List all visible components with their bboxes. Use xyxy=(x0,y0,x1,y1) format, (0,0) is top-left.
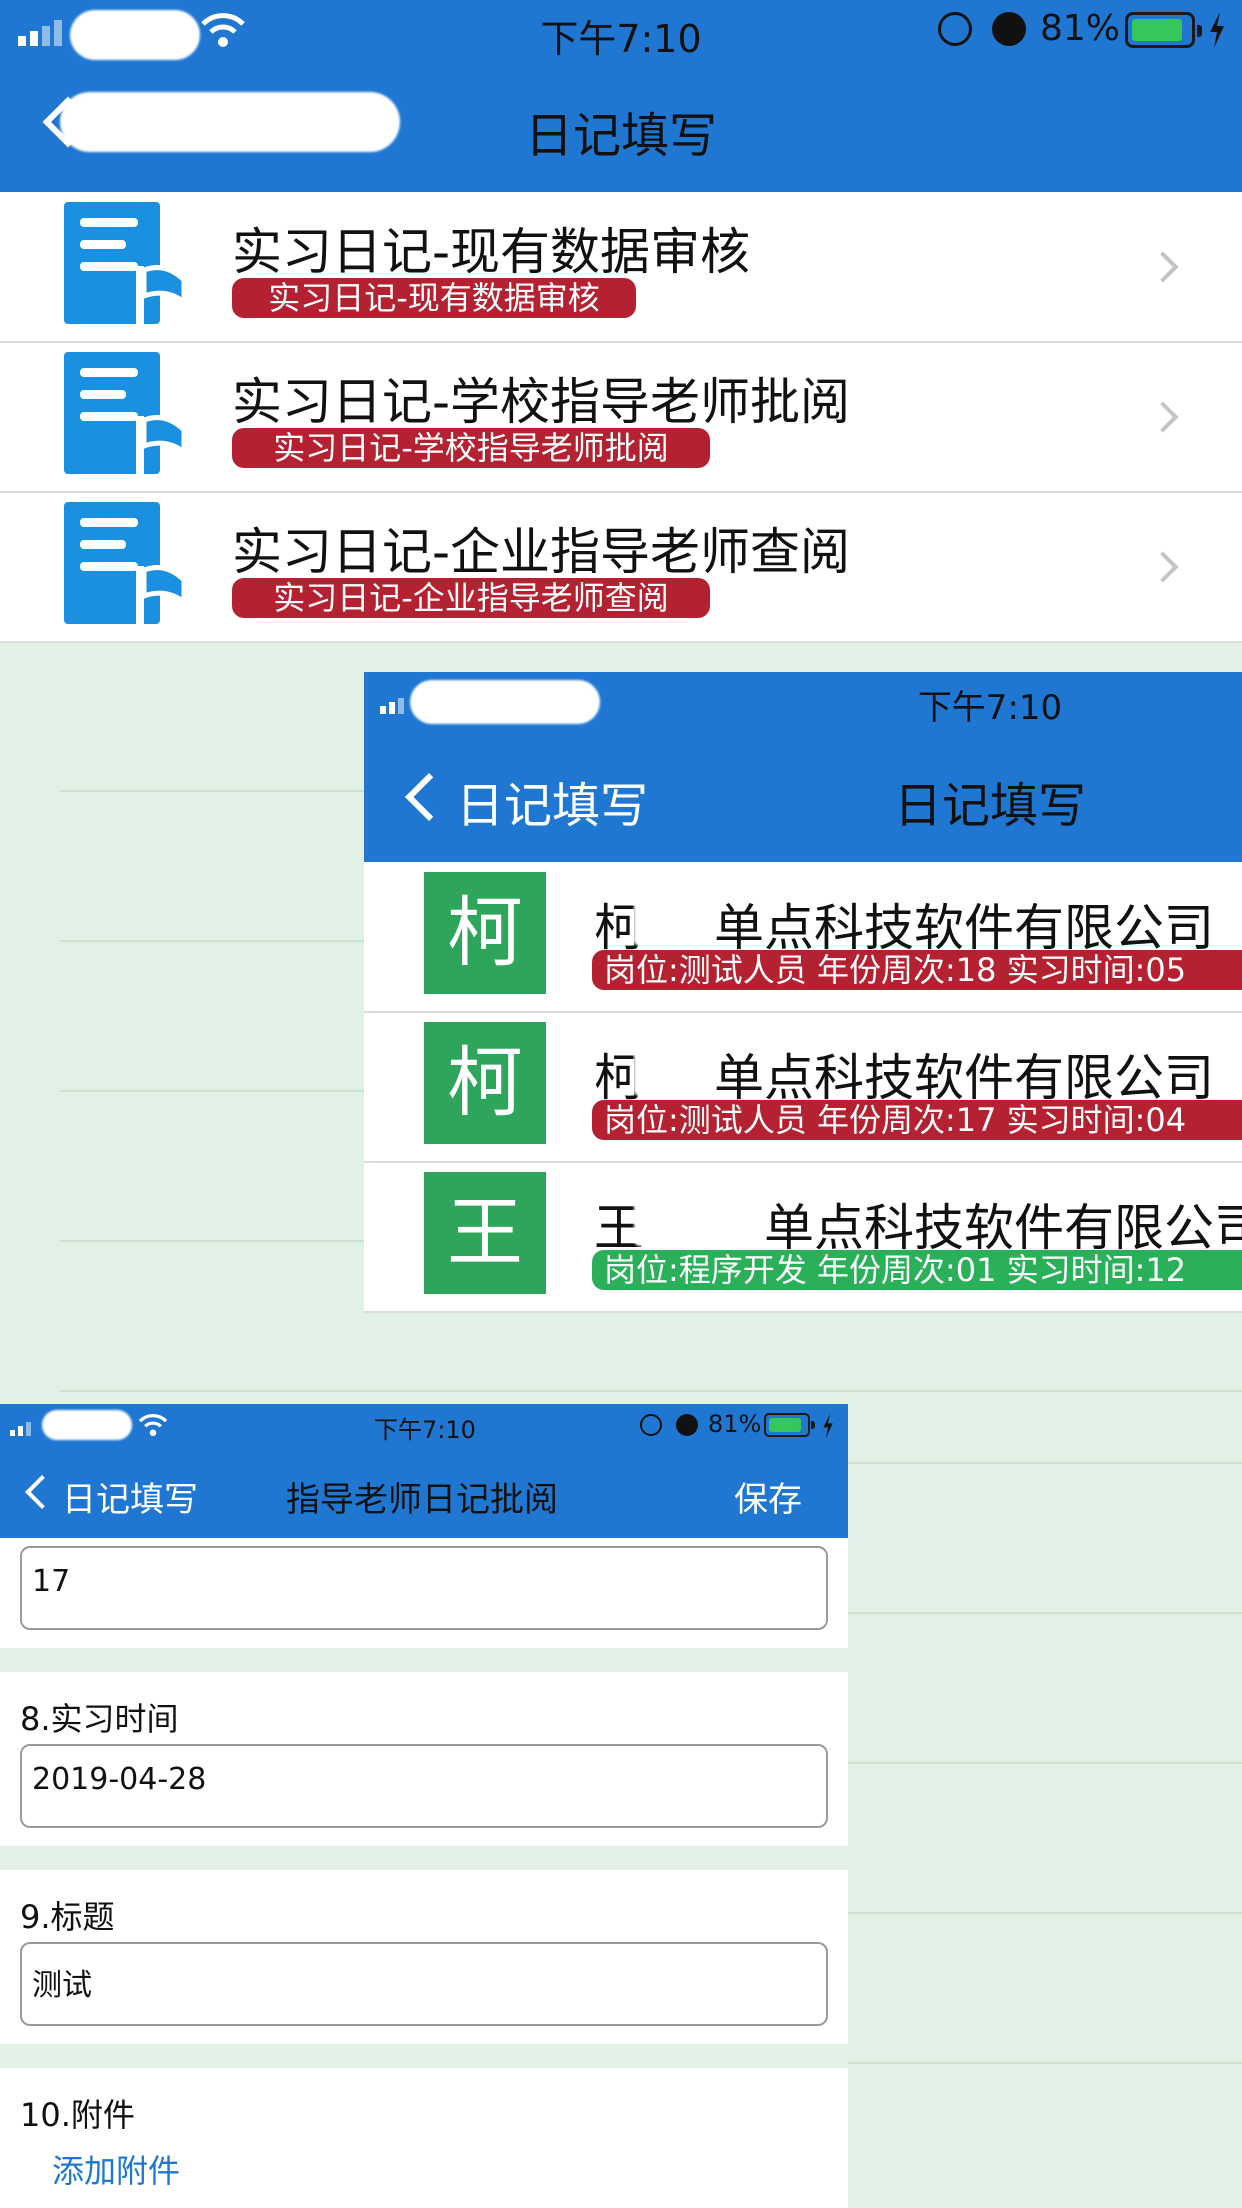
menu-item-3[interactable]: 实习日记-企业指导老师查阅 实习日记-企业指导老师查阅 xyxy=(0,492,1242,642)
charging-icon xyxy=(822,1414,834,1438)
nav-title: 指导老师日记批阅 xyxy=(286,1480,558,1520)
chevron-right-icon xyxy=(1147,401,1179,433)
week-number-value: 17 xyxy=(32,1564,71,1599)
menu-item-2[interactable]: 实习日记-学校指导老师批阅 实习日记-学校指导老师批阅 xyxy=(0,342,1242,492)
redacted-carrier xyxy=(70,10,200,60)
menu-item-title: 实习日记-学校指导老师批阅 xyxy=(232,373,851,431)
title-label: 9.标题 xyxy=(20,1898,115,1936)
title-input[interactable]: 测试 xyxy=(20,1942,828,2026)
back-label[interactable]: 日记填写 xyxy=(456,766,648,836)
redacted-name xyxy=(634,1196,764,1246)
empty-row-divider xyxy=(848,1462,1242,1464)
empty-row-divider xyxy=(848,1612,1242,1614)
menu-item-badge: 实习日记-学校指导老师批阅 xyxy=(232,428,710,468)
menu-item-title: 实习日记-企业指导老师查阅 xyxy=(232,523,851,581)
diary-row-2[interactable]: 柯 柯 单点科技软件有限公司 岗位:测试人员 年份周次:17 实习时间:04 xyxy=(364,1012,1242,1162)
back-label[interactable]: 日记填写 xyxy=(62,1472,198,1521)
redacted-carrier xyxy=(42,1410,132,1440)
avatar: 王 xyxy=(424,1172,546,1294)
divider xyxy=(0,641,1242,643)
battery-percent: 81% xyxy=(1040,8,1121,49)
empty-row-divider xyxy=(60,1390,1242,1392)
empty-row-divider xyxy=(848,1912,1242,1914)
document-flag-icon xyxy=(64,352,187,478)
week-number-input[interactable]: 17 xyxy=(20,1546,828,1630)
battery-icon xyxy=(1125,12,1202,48)
rotation-lock-icon xyxy=(640,1414,662,1436)
empty-row-divider xyxy=(848,2062,1242,2064)
save-button[interactable]: 保存 xyxy=(734,1472,802,1521)
add-attachment-link[interactable]: 添加附件 xyxy=(52,2146,180,2192)
empty-row-divider xyxy=(848,1762,1242,1764)
internship-date-input[interactable]: 2019-04-28 xyxy=(20,1744,828,1828)
menu-item-title: 实习日记-现有数据审核 xyxy=(232,223,751,281)
divider xyxy=(364,1311,1242,1313)
wifi-icon xyxy=(200,10,246,50)
signal-icon xyxy=(18,20,74,46)
time-label: 8.实习时间 xyxy=(20,1700,179,1738)
signal-icon xyxy=(10,1420,44,1436)
avatar: 柯 xyxy=(424,1022,546,1144)
redacted-back-label xyxy=(60,92,400,152)
menu-item-badge: 实习日记-现有数据审核 xyxy=(232,278,636,318)
alarm-icon xyxy=(676,1414,698,1436)
chevron-right-icon xyxy=(1147,251,1179,283)
document-flag-icon xyxy=(64,502,187,628)
diary-row-3[interactable]: 王 王 单点科技软件有限公司 岗位:程序开发 年份周次:01 实习时间:12 xyxy=(364,1162,1242,1312)
nav-title: 日记填写 xyxy=(893,778,1086,834)
redacted-name xyxy=(634,1046,714,1096)
document-flag-icon xyxy=(64,202,187,328)
menu-item-1[interactable]: 实习日记-现有数据审核 实习日记-现有数据审核 xyxy=(0,192,1242,342)
diary-detail-badge: 岗位:测试人员 年份周次:17 实习时间:04 xyxy=(592,1100,1242,1140)
diary-detail-badge: 岗位:程序开发 年份周次:01 实习时间:12 xyxy=(592,1250,1242,1290)
redacted-name xyxy=(634,896,714,946)
title-value: 测试 xyxy=(32,1968,92,2003)
charging-icon xyxy=(1208,12,1226,48)
wifi-icon xyxy=(138,1412,168,1438)
chevron-right-icon xyxy=(1147,551,1179,583)
diary-row-1[interactable]: 柯 柯 单点科技软件有限公司 岗位:测试人员 年份周次:18 实习时间:05 xyxy=(364,862,1242,1012)
alarm-icon xyxy=(992,12,1026,46)
rotation-lock-icon xyxy=(938,12,972,46)
attachment-label: 10.附件 xyxy=(20,2096,135,2134)
battery-icon xyxy=(764,1413,815,1437)
status-time: 下午7:10 xyxy=(917,688,1063,728)
diary-detail-badge: 岗位:测试人员 年份周次:18 实习时间:05 xyxy=(592,950,1242,990)
internship-date-value: 2019-04-28 xyxy=(32,1762,207,1797)
battery-percent: 81% xyxy=(708,1410,762,1438)
status-time: 下午7:10 xyxy=(540,17,702,61)
status-time: 下午7:10 xyxy=(374,1416,476,1444)
nav-title: 日记填写 xyxy=(524,108,717,164)
redacted-carrier xyxy=(410,680,600,724)
avatar: 柯 xyxy=(424,872,546,994)
menu-item-badge: 实习日记-企业指导老师查阅 xyxy=(232,578,710,618)
